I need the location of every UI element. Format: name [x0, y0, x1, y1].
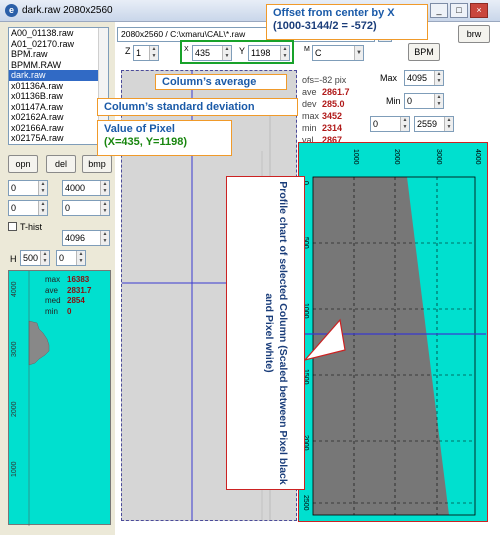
profile-callout-text: Profile chart of selected Column (Scaled… [263, 181, 289, 485]
